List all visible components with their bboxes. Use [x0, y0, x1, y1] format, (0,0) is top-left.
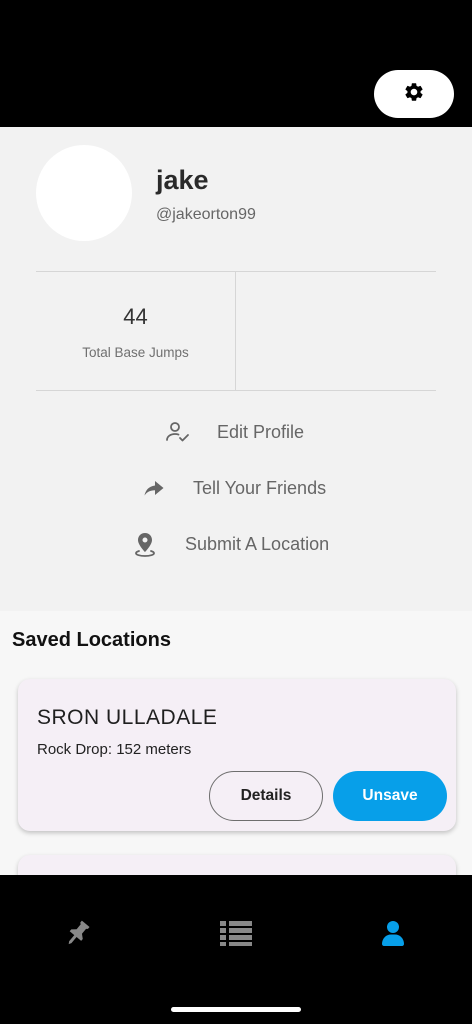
profile-handle: @jakeorton99 [156, 206, 256, 223]
tell-friends-button[interactable]: Tell Your Friends [141, 475, 326, 501]
gear-icon [403, 81, 425, 108]
user-check-icon [164, 419, 190, 445]
edit-profile-button[interactable]: Edit Profile [164, 419, 304, 445]
total-jumps-value: 44 [123, 304, 148, 329]
map-pin-icon [132, 531, 158, 557]
bottom-nav [0, 875, 472, 1024]
profile-content: jake @jakeorton99 44 Total Base Jumps Ed… [0, 127, 472, 875]
details-button[interactable]: Details [209, 771, 323, 821]
location-detail: Rock Drop: 152 meters [37, 741, 192, 758]
profile-name: jake [156, 165, 209, 195]
stats-panel: 44 Total Base Jumps [36, 271, 436, 391]
saved-location-card: SRON ULLADALE Rock Drop: 152 meters Deta… [18, 679, 456, 831]
user-icon [381, 920, 405, 951]
unsave-button[interactable]: Unsave [333, 771, 447, 821]
nav-profile-button[interactable] [373, 915, 413, 955]
location-name: SRON ULLADALE [37, 706, 218, 729]
edit-profile-label: Edit Profile [217, 421, 305, 442]
total-jumps-label: Total Base Jumps [82, 345, 189, 360]
home-indicator [171, 1007, 301, 1012]
avatar [36, 145, 132, 241]
share-arrow-icon [141, 475, 167, 501]
submit-location-label: Submit A Location [185, 533, 330, 554]
nav-list-button[interactable] [216, 915, 256, 955]
top-bar [0, 0, 472, 127]
saved-location-card-partial [18, 855, 456, 875]
saved-locations-section: Saved Locations SRON ULLADALE Rock Drop:… [0, 611, 472, 875]
list-icon [220, 920, 252, 951]
pushpin-icon [64, 918, 92, 953]
saved-locations-title: Saved Locations [12, 629, 171, 651]
settings-button[interactable] [374, 70, 454, 118]
submit-location-button[interactable]: Submit A Location [132, 531, 329, 557]
nav-pin-button[interactable] [58, 915, 98, 955]
stats-divider [235, 272, 236, 390]
tell-friends-label: Tell Your Friends [193, 477, 327, 498]
